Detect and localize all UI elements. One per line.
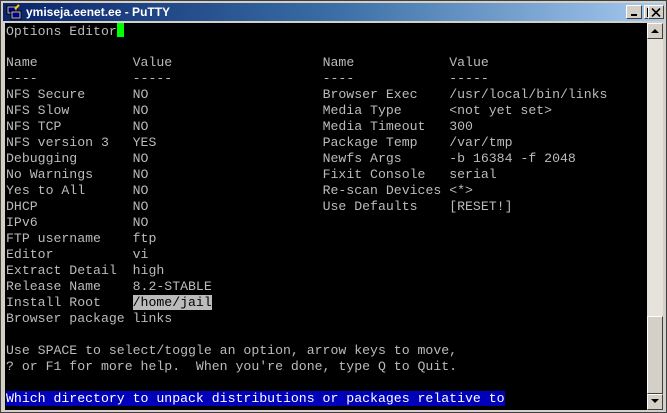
option-value: NO [132, 87, 149, 102]
option-name-right: Re-scan Devices [322, 183, 442, 198]
help-text-line: ? or F1 for more help. When you're done,… [6, 359, 457, 375]
option-value-right: /usr/local/bin/links [449, 87, 608, 102]
column-header-value-right: Value [449, 55, 489, 70]
putty-icon [6, 4, 22, 20]
close-icon [651, 8, 661, 17]
option-row: NFS version 3 YES Package Temp /var/tmp [6, 135, 513, 151]
option-value-right: -b 16384 -f 2048 [449, 151, 576, 166]
option-name: Debugging [6, 151, 78, 166]
status-line: Which directory to unpack distributions … [6, 391, 505, 407]
options-editor-title: Options Editor [6, 24, 117, 39]
option-value: NO [132, 119, 149, 134]
putty-window: ymiseja.eenet.ee - PuTTY Options Editor … [0, 0, 667, 413]
option-row: NFS Secure NO Browser Exec /usr/local/bi… [6, 87, 607, 103]
column-header-value: Value [132, 55, 173, 70]
scroll-down-button[interactable] [647, 394, 663, 410]
option-row: Yes to All NO Re-scan Devices <*> [6, 183, 473, 199]
help-text: ? or F1 for more help. When you're done,… [6, 359, 458, 374]
option-value: ftp [132, 231, 157, 246]
option-value-right: /var/tmp [449, 135, 513, 150]
option-value-right: [RESET!] [449, 199, 513, 214]
window-title: ymiseja.eenet.ee - PuTTY [26, 5, 171, 19]
text-cursor [116, 23, 124, 37]
column-header-name-right: Name [322, 55, 355, 70]
option-name: Install Root [6, 295, 101, 310]
option-value: 8.2-STABLE [132, 279, 212, 294]
status-message: Which directory to unpack distributions … [6, 391, 505, 406]
option-value-right: 300 [449, 119, 473, 134]
title-bar[interactable]: ymiseja.eenet.ee - PuTTY [3, 3, 664, 21]
option-name: Browser package [6, 311, 125, 326]
scroll-up-button[interactable] [647, 23, 663, 39]
column-header-row: Name Value Name Value [6, 55, 489, 71]
option-name-right: Browser Exec [322, 87, 418, 102]
option-name-right: Use Defaults [322, 199, 418, 214]
option-value: NO [132, 215, 149, 230]
option-name: Extract Detail [6, 263, 117, 278]
option-value: NO [132, 151, 149, 166]
option-value-right: serial [449, 167, 497, 182]
option-value-selected: /home/jail [132, 295, 212, 310]
scroll-up-arrow-icon [651, 29, 659, 33]
option-name: NFS version 3 [6, 135, 109, 150]
help-text-line: Use SPACE to select/toggle an option, ar… [6, 343, 457, 359]
option-row: Release Name 8.2-STABLE [6, 279, 212, 295]
help-text: Use SPACE to select/toggle an option, ar… [6, 343, 458, 358]
close-button[interactable] [648, 5, 664, 19]
option-name: Release Name [6, 279, 101, 294]
column-rule-value-right: ----- [449, 71, 489, 86]
option-value-right: <*> [449, 183, 473, 198]
option-row: NFS TCP NO Media Timeout 300 [6, 119, 473, 135]
option-row: DHCP NO Use Defaults [RESET!] [6, 199, 513, 215]
option-row: Browser package links [6, 311, 172, 327]
option-name: No Warnings [6, 167, 94, 182]
column-rule-name: ---- [6, 71, 38, 86]
scroll-down-arrow-icon [651, 399, 659, 403]
option-name: FTP username [6, 231, 101, 246]
column-rule-row: ---- ----- ---- ----- [6, 71, 489, 87]
option-row: Editor vi [6, 247, 148, 263]
scrollbar-thumb[interactable] [647, 316, 663, 394]
option-name: NFS Slow [6, 103, 70, 118]
option-name: IPv6 [6, 215, 38, 230]
option-name-right: Package Temp [322, 135, 418, 150]
option-name-right: Media Timeout [322, 119, 426, 134]
option-value: YES [132, 135, 157, 150]
option-value: links [132, 311, 173, 326]
column-header-name: Name [6, 55, 38, 70]
option-name: DHCP [6, 199, 38, 214]
option-name: NFS TCP [6, 119, 62, 134]
option-name-right: Media Type [322, 103, 402, 118]
option-value: NO [132, 183, 149, 198]
option-value: NO [132, 103, 149, 118]
minimize-icon [631, 14, 637, 16]
option-name: Editor [6, 247, 54, 262]
terminal-line-header: Options Editor [6, 23, 124, 39]
option-row: IPv6 NO [6, 215, 148, 231]
option-row: NFS Slow NO Media Type <not yet set> [6, 103, 552, 119]
option-name: Yes to All [6, 183, 86, 198]
option-value: high [132, 263, 165, 278]
option-row: Debugging NO Newfs Args -b 16384 -f 2048 [6, 151, 576, 167]
option-row: Extract Detail high [6, 263, 164, 279]
option-row: No Warnings NO Fixit Console serial [6, 167, 497, 183]
column-rule-value: ----- [132, 71, 173, 86]
option-name-right: Fixit Console [322, 167, 426, 182]
option-value: NO [132, 167, 149, 182]
terminal-screen[interactable]: Options Editor Name Value Name Value ----… [5, 23, 647, 410]
option-row: FTP username ftp [6, 231, 156, 247]
option-name: NFS Secure [6, 87, 86, 102]
option-row: Install Root /home/jail [6, 295, 212, 311]
option-value-right: <not yet set> [449, 103, 553, 118]
option-value: NO [132, 199, 149, 214]
option-value: vi [132, 247, 149, 262]
vertical-scrollbar[interactable] [647, 23, 663, 410]
column-rule-name-right: ---- [322, 71, 355, 86]
option-name-right: Newfs Args [322, 151, 402, 166]
minimize-button[interactable] [626, 5, 642, 19]
